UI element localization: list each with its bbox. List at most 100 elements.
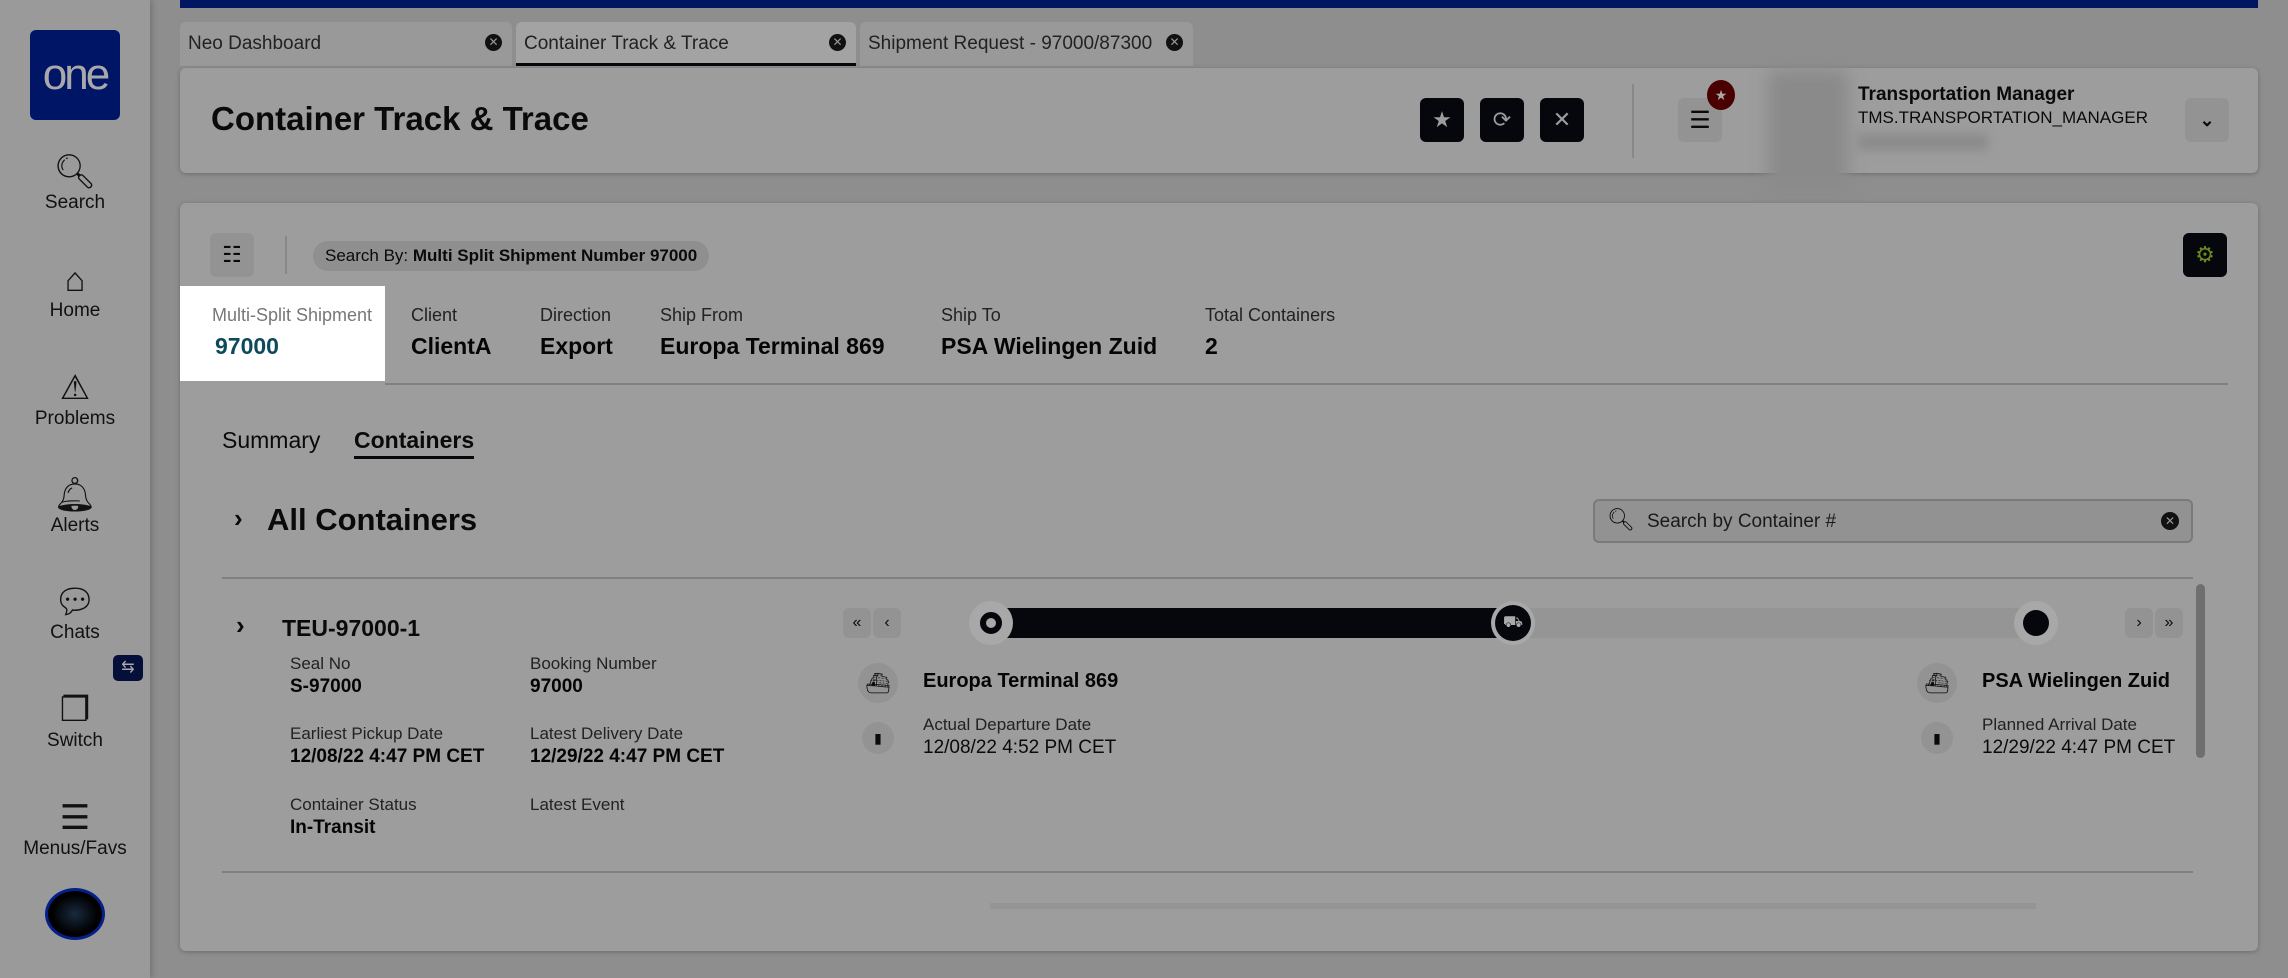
sidebar-item-search[interactable]: 🔍︎ Search (0, 152, 150, 214)
ship-icon: ⛴ (1917, 663, 1957, 703)
field-value: 12/29/22 4:47 PM CET (530, 746, 725, 767)
highlight-box (180, 286, 385, 381)
refresh-button[interactable]: ⟳ (1480, 98, 1524, 142)
prev-button[interactable]: ‹ (873, 608, 901, 638)
blurred-info (1858, 134, 1988, 150)
expand-chevron-icon[interactable]: › (236, 610, 245, 641)
chat-icon: 💬︎ (53, 583, 97, 621)
tab-label: Container Track & Trace (524, 33, 729, 54)
scrollbar[interactable] (2196, 584, 2205, 758)
summary-value: ClientA (411, 333, 492, 359)
search-placeholder: Search by Container # (1647, 511, 1837, 532)
last-button[interactable]: » (2155, 608, 2183, 638)
filter-settings-button[interactable]: ⚙ (2183, 233, 2227, 277)
tab-containers[interactable]: Containers (354, 427, 475, 459)
sidebar-item-problems[interactable]: ⚠ Problems (0, 368, 150, 430)
app-logo[interactable]: one (30, 30, 120, 120)
field-value: 97000 (530, 676, 583, 697)
container-search-input[interactable]: 🔍︎ Search by Container # ✕ (1593, 499, 2193, 543)
user-avatar[interactable] (45, 888, 105, 940)
sidebar-item-label: Search (44, 192, 106, 213)
sidebar-item-label: Home (49, 300, 101, 321)
field-label: Seal No (290, 654, 351, 673)
field-label: Booking Number (530, 654, 657, 673)
field-value: In-Transit (290, 817, 376, 838)
tab-summary[interactable]: Summary (222, 427, 320, 454)
sidebar-item-label: Switch (47, 730, 103, 751)
summary-label: Ship To (941, 305, 1001, 325)
field-label: Earliest Pickup Date (290, 724, 444, 743)
tab-shipment-request[interactable]: Shipment Request - 97000/87300 ✕ (860, 22, 1193, 66)
sidebar-item-label: Chats (50, 622, 100, 643)
top-accent-bar (180, 0, 2258, 8)
summary-label: Total Containers (1205, 305, 1336, 325)
sliders-icon: ⚙ (2195, 242, 2215, 267)
search-by-chip[interactable]: Search By: Multi Split Shipment Number 9… (313, 241, 710, 271)
user-role: TMS.TRANSPORTATION_MANAGER (1858, 108, 2148, 127)
close-icon[interactable]: ✕ (485, 34, 502, 51)
close-page-button[interactable]: ✕ (1540, 98, 1584, 142)
field-label: Latest Event (530, 795, 625, 814)
chevron-right-icon[interactable]: › (234, 503, 243, 534)
windows-icon: ❐ (59, 691, 91, 729)
container-id: TEU-97000-1 (282, 615, 421, 641)
tab-neo-dashboard[interactable]: Neo Dashboard ✕ (180, 22, 512, 66)
divider (222, 577, 2193, 579)
sidebar-item-menus[interactable]: ☰ Menus/Favs (0, 798, 150, 860)
refresh-icon: ⟳ (1492, 107, 1512, 132)
calendar-icon: ▮ (1921, 722, 1953, 754)
clear-icon[interactable]: ✕ (2161, 512, 2179, 530)
close-icon[interactable]: ✕ (829, 34, 846, 51)
sidebar-item-label: Menus/Favs (23, 838, 127, 859)
field-label: Container Status (290, 795, 417, 814)
close-icon: ✕ (1552, 107, 1572, 132)
switch-arrows-icon[interactable]: ⇆ (113, 655, 143, 681)
summary-label: Multi-Split Shipment (212, 305, 373, 325)
summary-label: Direction (540, 305, 612, 325)
field-value: S-97000 (290, 676, 362, 697)
page-title: Container Track & Trace (211, 100, 589, 137)
search-icon: 🔍︎ (1607, 507, 1635, 532)
origin-date: 12/08/22 4:52 PM CET (923, 737, 1117, 758)
divider (385, 383, 2228, 385)
summary-value: Export (540, 333, 613, 359)
home-icon: ⌂ (64, 261, 86, 299)
origin-node (969, 601, 1013, 645)
summary-label: Ship From (660, 305, 744, 325)
sidebar-item-home[interactable]: ⌂ Home (0, 260, 150, 322)
tab-container-track-trace[interactable]: Container Track & Trace ✕ (516, 22, 856, 66)
tab-label: Shipment Request - 97000/87300 (868, 33, 1153, 54)
search-icon: 🔍︎ (53, 153, 97, 191)
bell-icon: 🔔︎ (53, 476, 97, 514)
tab-label: Neo Dashboard (188, 33, 322, 54)
field-label: Latest Delivery Date (530, 724, 684, 743)
sidebar-item-switch[interactable]: ❐ Switch (0, 690, 150, 752)
summary-value: Europa Terminal 869 (660, 333, 885, 359)
destination-date-label: Planned Arrival Date (1982, 715, 2137, 734)
divider (1632, 84, 1634, 158)
summary-label: Client (411, 305, 458, 325)
timeline-progress (990, 608, 1513, 638)
divider (222, 871, 2193, 873)
next-button[interactable]: › (2125, 608, 2153, 638)
current-position-node: ⛟ (1491, 601, 1535, 645)
truck-icon: ⛟ (1495, 605, 1531, 641)
list-view-button[interactable]: ☷ (210, 233, 254, 277)
first-button[interactable]: « (843, 608, 871, 638)
destination-date: 12/29/22 4:47 PM CET (1982, 737, 2176, 758)
user-menu-dropdown[interactable]: ⌄ (2185, 98, 2229, 142)
sidebar-item-alerts[interactable]: 🔔︎ Alerts (0, 475, 150, 537)
ship-icon: ⛴ (858, 663, 898, 703)
field-value: 12/08/22 4:47 PM CET (290, 746, 485, 767)
next-container-row (843, 903, 2043, 909)
blurred-avatar (1768, 70, 1848, 190)
close-icon[interactable]: ✕ (1166, 34, 1183, 51)
summary-value: 97000 (215, 333, 279, 359)
menu-icon: ☰ (59, 799, 91, 837)
origin-date-label: Actual Departure Date (923, 715, 1092, 734)
sidebar: one 🔍︎ Search ⌂ Home ⚠ Problems 🔔︎ Alerts 💬︎… (0, 0, 150, 978)
favorite-button[interactable]: ★ (1420, 98, 1464, 142)
sidebar-item-chats[interactable]: 💬︎ Chats (0, 582, 150, 644)
favorites-badge-icon[interactable]: ★ (1707, 80, 1735, 110)
destination-name: PSA Wielingen Zuid (1982, 670, 2170, 692)
